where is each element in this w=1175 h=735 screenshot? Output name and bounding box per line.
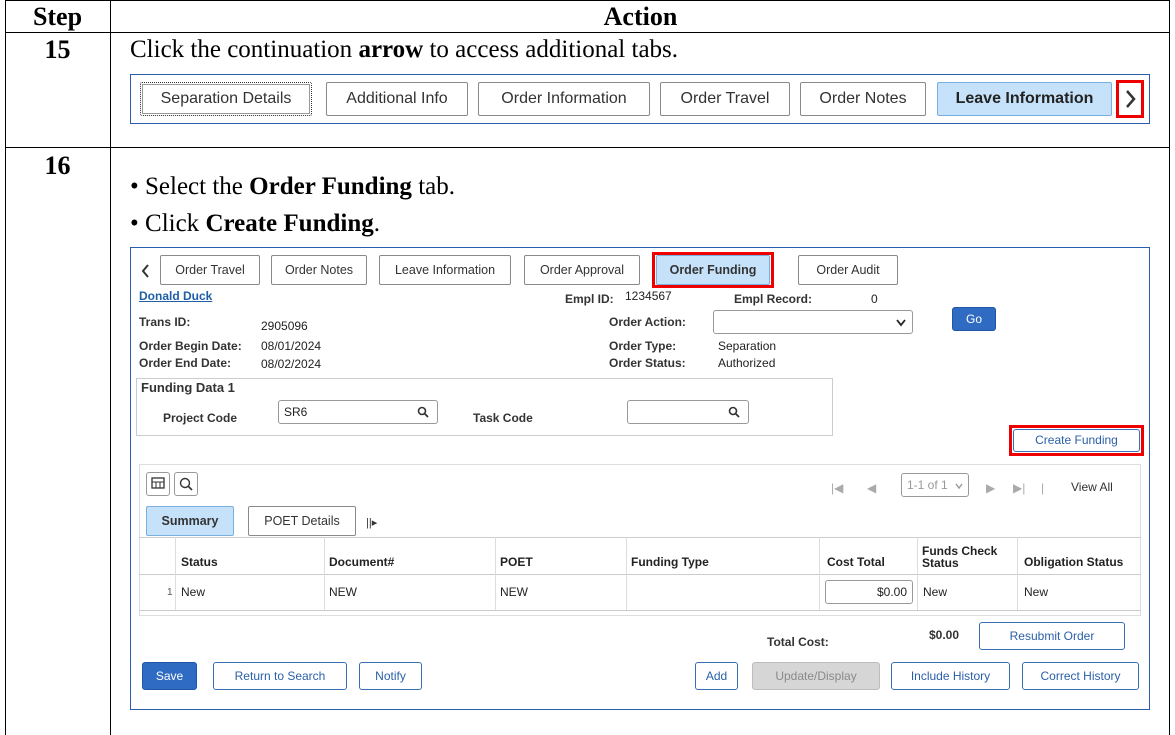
row-divider — [5, 147, 1170, 148]
search-icon[interactable] — [417, 406, 429, 418]
cost-total-input[interactable]: $0.00 — [825, 580, 913, 604]
empl-record-value: 0 — [871, 292, 878, 306]
create-funding-button[interactable]: Create Funding — [1013, 429, 1140, 452]
empl-id-label: Empl ID: — [565, 292, 614, 306]
column-divider — [110, 0, 111, 735]
tab-order-approval[interactable]: Order Approval — [524, 255, 640, 285]
save-button[interactable]: Save — [142, 662, 197, 690]
first-page-icon[interactable]: |◀ — [831, 481, 843, 495]
col-funding-type: Funding Type — [631, 555, 709, 569]
tab-leave-information[interactable]: Leave Information — [937, 82, 1112, 116]
row-number: 1 — [167, 587, 173, 598]
tab-order-travel[interactable]: Order Travel — [660, 82, 790, 116]
tab-order-notes[interactable]: Order Notes — [271, 255, 367, 285]
order-end-date-label: Order End Date: — [139, 356, 232, 370]
update-display-button[interactable]: Update/Display — [752, 662, 880, 690]
col-cost-total: Cost Total — [827, 555, 885, 569]
chevron-down-icon — [896, 319, 906, 327]
row-poet: NEW — [500, 585, 528, 599]
step15-instruction: Click the continuation arrow to access a… — [130, 36, 679, 63]
step16-bullet-1: • Select the Order Funding tab. — [130, 173, 455, 200]
order-end-date-value: 08/02/2024 — [261, 357, 322, 371]
order-status-value: Authorized — [718, 356, 776, 370]
col-funds-check-status: Funds Check Status — [922, 544, 998, 570]
col-obligation-status: Obligation Status — [1024, 555, 1124, 569]
chevron-right-icon — [1126, 90, 1136, 108]
step-column-header: Step — [32, 2, 83, 31]
project-code-input[interactable]: SR6 — [278, 400, 438, 424]
add-button[interactable]: Add — [695, 662, 738, 690]
grid-find-button[interactable] — [174, 472, 198, 496]
total-cost-value: $0.00 — [929, 628, 960, 642]
order-type-value: Separation — [718, 339, 777, 353]
tab-strip-screenshot-1: Separation Details Additional Info Order… — [130, 74, 1150, 124]
pager-divider: | — [1041, 481, 1045, 495]
search-icon — [179, 477, 193, 491]
action-column-header: Action — [603, 2, 678, 31]
previous-page-icon[interactable]: ◀ — [867, 481, 876, 495]
employee-name-link[interactable]: Donald Duck — [139, 289, 212, 303]
resubmit-order-button[interactable]: Resubmit Order — [979, 622, 1125, 650]
step-number-15: 15 — [44, 35, 71, 64]
trans-id-value: 2905096 — [261, 319, 308, 333]
pager-select[interactable]: 1-1 of 1 — [901, 473, 969, 497]
next-page-icon[interactable]: ▶ — [986, 481, 995, 495]
tab-poet-details[interactable]: POET Details — [248, 506, 356, 536]
go-button[interactable]: Go — [952, 307, 996, 331]
order-begin-date-label: Order Begin Date: — [139, 339, 242, 353]
empl-record-label: Empl Record: — [734, 292, 813, 306]
row-document: NEW — [329, 585, 357, 599]
step-number-16: 16 — [44, 151, 71, 180]
empl-id-value: 1234567 — [625, 289, 672, 303]
return-to-search-button[interactable]: Return to Search — [213, 662, 347, 690]
last-page-icon[interactable]: ▶| — [1013, 481, 1025, 495]
funding-group-title: Funding Data 1 — [141, 380, 235, 395]
grid-personalize-button[interactable] — [146, 472, 170, 496]
tab-order-information[interactable]: Order Information — [478, 82, 650, 116]
project-code-label: Project Code — [163, 411, 238, 425]
total-cost-label: Total Cost: — [767, 635, 829, 649]
view-all-link[interactable]: View All — [1071, 480, 1113, 494]
order-status-label: Order Status: — [609, 356, 686, 370]
tab-order-notes[interactable]: Order Notes — [800, 82, 926, 116]
order-begin-date-value: 08/01/2024 — [261, 339, 322, 353]
task-code-label: Task Code — [473, 411, 533, 425]
show-all-columns-icon[interactable]: ||▸ — [366, 516, 377, 529]
col-document: Document# — [329, 555, 395, 569]
row-obligation: New — [1024, 585, 1049, 599]
trans-id-label: Trans ID: — [139, 315, 191, 329]
tab-separation-details[interactable]: Separation Details — [140, 82, 312, 116]
search-icon[interactable] — [728, 406, 740, 418]
table-row: 1 New NEW NEW $0.00 New New — [139, 574, 1141, 610]
tab-order-funding[interactable]: Order Funding — [656, 255, 770, 285]
chevron-down-icon — [955, 483, 963, 489]
tab-additional-info[interactable]: Additional Info — [326, 82, 468, 116]
row-funds-check: New — [923, 585, 948, 599]
row-status: New — [181, 585, 206, 599]
tab-summary[interactable]: Summary — [146, 506, 234, 536]
continuation-arrow-highlight[interactable] — [1116, 80, 1144, 118]
chevron-left-icon[interactable] — [139, 261, 153, 281]
grid-row-bottom — [139, 610, 1141, 611]
grid-icon — [151, 477, 165, 489]
grid-header-top — [139, 537, 1141, 538]
order-type-label: Order Type: — [609, 339, 677, 353]
tab-leave-information[interactable]: Leave Information — [379, 255, 511, 285]
notify-button[interactable]: Notify — [359, 662, 422, 690]
include-history-button[interactable]: Include History — [891, 662, 1010, 690]
order-action-select[interactable] — [713, 310, 913, 334]
order-action-label: Order Action: — [609, 315, 686, 329]
tab-order-travel[interactable]: Order Travel — [160, 255, 260, 285]
col-status: Status — [181, 555, 218, 569]
step16-bullet-2: • Click Create Funding. — [130, 210, 380, 237]
tab-order-audit[interactable]: Order Audit — [798, 255, 898, 285]
col-poet: POET — [500, 555, 533, 569]
order-funding-screenshot: Order Travel Order Notes Leave Informati… — [130, 247, 1150, 710]
correct-history-button[interactable]: Correct History — [1022, 662, 1139, 690]
task-code-input[interactable] — [627, 400, 749, 424]
